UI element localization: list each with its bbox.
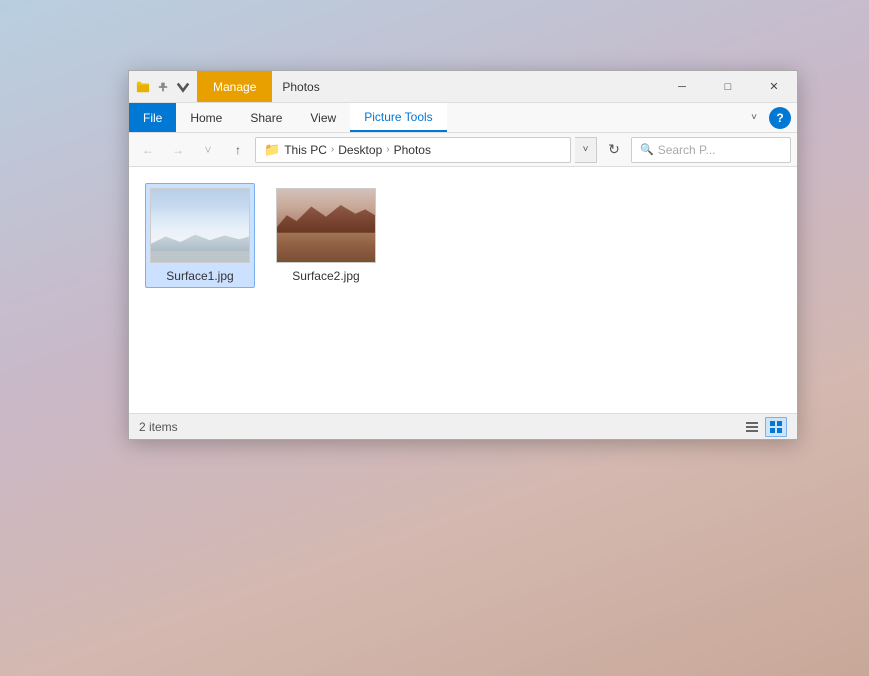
up-button[interactable]: ↑ xyxy=(225,137,251,163)
forward-button[interactable]: → xyxy=(165,137,191,163)
address-path[interactable]: 📁 This PC › Desktop › Photos xyxy=(255,137,571,163)
path-part-desktop: Desktop xyxy=(338,143,382,157)
path-chevron-2: › xyxy=(386,144,389,155)
ribbon-tabs: File Home Share View Picture Tools ˅ ? xyxy=(129,103,797,133)
tab-file[interactable]: File xyxy=(129,103,176,132)
path-chevron-1: › xyxy=(331,144,334,155)
maximize-button[interactable]: □ xyxy=(705,71,751,102)
search-icon: 🔍 xyxy=(640,143,654,156)
thumbnail-image-surface1 xyxy=(151,189,249,262)
help-button[interactable]: ? xyxy=(769,107,791,129)
refresh-button[interactable]: ↻ xyxy=(601,137,627,163)
tab-home[interactable]: Home xyxy=(176,103,236,132)
file-name-surface1: Surface1.jpg xyxy=(166,269,233,283)
minimize-button[interactable]: ─ xyxy=(659,71,705,102)
tab-share[interactable]: Share xyxy=(236,103,296,132)
qat-dropdown-icon[interactable] xyxy=(175,79,191,95)
pin-icon[interactable] xyxy=(155,79,171,95)
view-toggle-group xyxy=(741,417,787,437)
back-button[interactable]: ← xyxy=(135,137,161,163)
path-part-thispc: This PC xyxy=(284,143,327,157)
large-icons-view-button[interactable] xyxy=(765,417,787,437)
title-tabs: Manage Photos xyxy=(197,71,659,102)
window-title: Photos xyxy=(272,71,659,102)
file-explorer-window: Manage Photos ─ □ ✕ File Home Share xyxy=(128,70,798,440)
tab-view[interactable]: View xyxy=(296,103,350,132)
address-bar: ← → ˅ ↑ 📁 This PC › Desktop › Photos ˅ ↻… xyxy=(129,133,797,167)
title-bar: Manage Photos ─ □ ✕ xyxy=(129,71,797,103)
tab-picture-tools[interactable]: Picture Tools xyxy=(350,103,446,132)
ribbon-right-controls: ˅ ? xyxy=(743,103,797,132)
ribbon-collapse-button[interactable]: ˅ xyxy=(743,107,765,129)
window-controls: ─ □ ✕ xyxy=(659,71,797,102)
search-placeholder-text: Search P... xyxy=(658,143,716,157)
details-view-button[interactable] xyxy=(741,417,763,437)
recent-locations-button[interactable]: ˅ xyxy=(195,137,221,163)
manage-tab[interactable]: Manage xyxy=(197,71,272,102)
file-item-surface2[interactable]: Surface2.jpg xyxy=(271,183,381,288)
quick-access-toolbar xyxy=(129,71,197,102)
path-part-photos: Photos xyxy=(394,143,431,157)
file-item-surface1[interactable]: Surface1.jpg xyxy=(145,183,255,288)
file-thumbnail-surface2 xyxy=(276,188,376,263)
item-count-label: 2 items xyxy=(139,420,178,434)
content-area: Surface1.jpg Surface2.jpg xyxy=(129,167,797,413)
search-box[interactable]: 🔍 Search P... xyxy=(631,137,791,163)
file-name-surface2: Surface2.jpg xyxy=(292,269,359,283)
path-folder-icon: 📁 xyxy=(264,142,280,158)
file-thumbnail-surface1 xyxy=(150,188,250,263)
thumbnail-image-surface2 xyxy=(277,189,375,262)
folder-icon[interactable] xyxy=(135,79,151,95)
address-dropdown-button[interactable]: ˅ xyxy=(575,137,597,163)
close-button[interactable]: ✕ xyxy=(751,71,797,102)
status-bar: 2 items xyxy=(129,413,797,439)
